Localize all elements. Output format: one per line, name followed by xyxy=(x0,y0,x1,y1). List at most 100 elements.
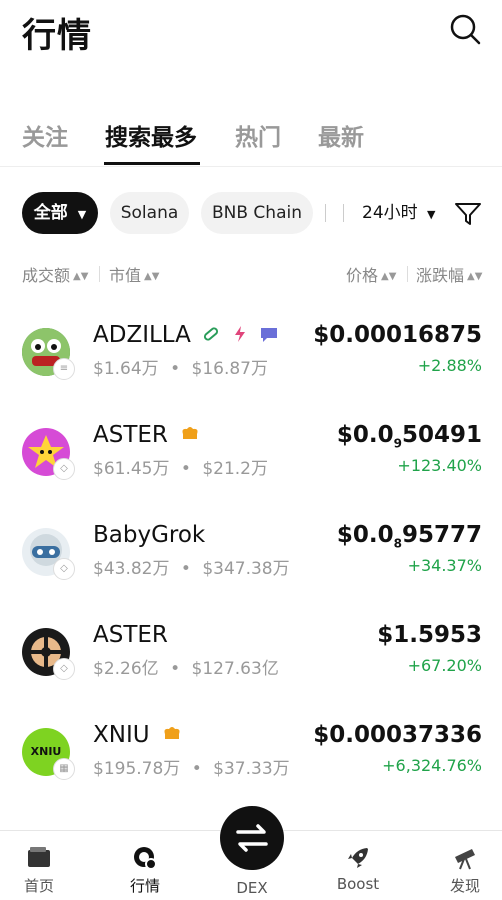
token-price: $1.5953 xyxy=(377,622,482,648)
token-change: +123.40% xyxy=(397,456,482,475)
wallet-icon xyxy=(28,847,50,867)
sort-price[interactable]: 价格 ▲▼ xyxy=(346,262,396,286)
token-row[interactable]: XNIU ▦ XNIU $195.78万 • $37.33万 $0.000373… xyxy=(0,718,502,818)
token-volume: $2.26亿 xyxy=(93,659,159,679)
token-price: $0.00016875 xyxy=(313,322,482,348)
chip-bnb-chain[interactable]: BNB Chain xyxy=(201,192,313,234)
chip-all[interactable]: 全部 ▼ xyxy=(22,192,98,234)
chain-badge: ◇ xyxy=(53,658,75,680)
price-zero-count: 9 xyxy=(393,436,402,451)
tab-most-searched[interactable]: 搜索最多 xyxy=(105,118,197,152)
token-name-wrap: ASTER xyxy=(93,622,168,648)
token-stats: $195.78万 • $37.33万 xyxy=(93,754,290,779)
lightning-icon xyxy=(232,323,248,349)
token-volume: $61.45万 xyxy=(93,459,170,479)
price-zero-count: 8 xyxy=(393,536,402,551)
sort-icon: ▲▼ xyxy=(467,271,483,282)
caret-down-icon: ▼ xyxy=(427,208,436,221)
nav-boost[interactable]: Boost xyxy=(323,845,393,893)
tab-following[interactable]: 关注 xyxy=(22,118,68,152)
token-name-wrap: BabyGrok xyxy=(93,522,205,548)
filter-bar: 全部 ▼ Solana BNB Chain 24小时 ▼ xyxy=(0,192,502,236)
nav-home-label: 首页 xyxy=(23,877,54,895)
token-change: +67.20% xyxy=(407,656,482,675)
nav-markets-label: 行情 xyxy=(129,877,160,895)
period-select[interactable]: 24小时 ▼ xyxy=(362,192,436,234)
verified-edit-icon xyxy=(259,323,279,349)
price-digits: 50491 xyxy=(401,422,482,448)
nav-discover-label: 发现 xyxy=(449,877,480,895)
pill-icon xyxy=(202,323,220,349)
tab-hot[interactable]: 热门 xyxy=(235,118,281,152)
dot-separator: • xyxy=(180,559,191,579)
chain-badge: ▦ xyxy=(53,758,75,780)
token-stats: $61.45万 • $21.2万 xyxy=(93,454,268,479)
filter-icon[interactable] xyxy=(454,201,482,227)
nav-dex[interactable]: DEX xyxy=(217,879,287,897)
token-market-cap: $21.2万 xyxy=(202,459,268,479)
token-stats: $1.64万 • $16.87万 xyxy=(93,354,268,379)
token-volume: $1.64万 xyxy=(93,359,159,379)
telescope-icon xyxy=(455,849,475,870)
sort-price-label: 价格 xyxy=(346,266,379,285)
dex-swap-button[interactable] xyxy=(220,806,284,870)
divider xyxy=(407,266,408,282)
nav-dex-label: DEX xyxy=(236,879,268,897)
token-row[interactable]: ◇ BabyGrok $43.82万 • $347.38万 $0.0895777… xyxy=(0,518,502,618)
divider xyxy=(99,266,100,282)
token-name-wrap: ASTER xyxy=(93,422,201,449)
nav-markets[interactable]: 行情 xyxy=(110,845,180,896)
price-prefix: $0.0 xyxy=(336,422,394,448)
sort-volume[interactable]: 成交额 ▲▼ xyxy=(22,262,88,286)
nav-boost-label: Boost xyxy=(336,875,380,893)
token-price: $0.0950491 xyxy=(337,422,482,451)
token-name: BabyGrok xyxy=(93,522,206,548)
sort-market-cap-label: 市值 xyxy=(109,266,142,285)
token-name: XNIU xyxy=(93,722,150,748)
divider xyxy=(325,204,326,222)
token-price: $0.0895777 xyxy=(337,522,482,551)
chip-all-label: 全部 xyxy=(33,203,68,223)
token-row[interactable]: ◇ ASTER $2.26亿 • $127.63亿 $1.5953 +67.20… xyxy=(0,618,502,718)
tab-newest[interactable]: 最新 xyxy=(318,118,364,152)
token-volume: $43.82万 xyxy=(93,559,170,579)
chain-badge: ◇ xyxy=(53,458,75,480)
chef-hat-icon xyxy=(179,423,201,449)
token-row[interactable]: ◇ ASTER $61.45万 • $21.2万 $0.0950491 +123… xyxy=(0,418,502,518)
token-change: +34.37% xyxy=(407,556,482,575)
nav-discover[interactable]: 发现 xyxy=(430,845,500,896)
token-stats: $2.26亿 • $127.63亿 xyxy=(93,654,279,679)
caret-down-icon: ▼ xyxy=(77,208,87,221)
sort-volume-label: 成交额 xyxy=(22,266,71,285)
token-stats: $43.82万 • $347.38万 xyxy=(93,554,290,579)
rocket-icon xyxy=(348,848,368,868)
token-change: +2.88% xyxy=(417,356,482,375)
dot-separator: • xyxy=(191,759,202,779)
token-name: ADZILLA xyxy=(93,322,191,348)
chip-solana[interactable]: Solana xyxy=(110,192,189,234)
token-market-cap: $16.87万 xyxy=(191,359,268,379)
page-title: 行情 xyxy=(22,16,92,56)
sort-change[interactable]: 涨跌幅 ▲▼ xyxy=(416,262,482,286)
token-market-cap: $127.63亿 xyxy=(191,659,279,679)
active-tab-indicator xyxy=(104,162,200,165)
search-icon[interactable] xyxy=(448,12,482,46)
chain-badge: ≡ xyxy=(53,358,75,380)
sort-market-cap[interactable]: 市值 ▲▼ xyxy=(109,262,159,286)
swap-arrows-icon xyxy=(236,824,268,852)
tab-bar: 关注 搜索最多 热门 最新 xyxy=(0,112,502,167)
token-name: ASTER xyxy=(93,422,168,448)
token-market-cap: $347.38万 xyxy=(202,559,290,579)
token-change: +6,324.76% xyxy=(382,756,482,775)
token-market-cap: $37.33万 xyxy=(213,759,290,779)
period-label: 24小时 xyxy=(362,203,418,223)
sort-change-label: 涨跌幅 xyxy=(416,266,465,285)
token-name-wrap: ADZILLA xyxy=(93,322,279,349)
market-icon xyxy=(134,847,157,870)
divider xyxy=(343,204,344,222)
sort-icon: ▲▼ xyxy=(73,271,89,282)
nav-home[interactable]: 首页 xyxy=(4,845,74,896)
price-digits: 95777 xyxy=(401,522,482,548)
token-row[interactable]: ≡ ADZILLA $1.64万 • $16.87万 $0.00016875 +… xyxy=(0,318,502,418)
sort-icon: ▲▼ xyxy=(144,271,160,282)
